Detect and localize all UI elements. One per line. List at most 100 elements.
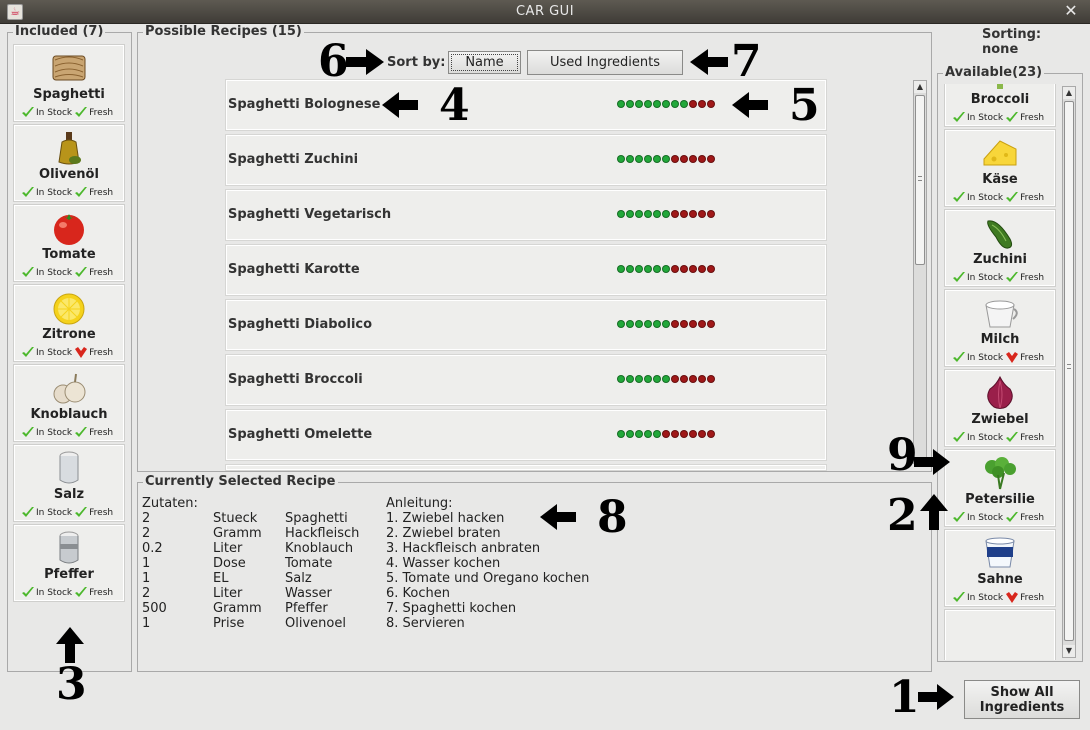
scroll-up-icon[interactable]: ▲: [914, 81, 926, 93]
available-ingredient-dot: [680, 100, 688, 108]
ingredient-status: In Stock Fresh: [952, 431, 1046, 444]
in-stock-label: In Stock: [36, 507, 73, 518]
check-icon: [952, 351, 966, 364]
cream-cup-icon: [980, 535, 1020, 571]
show-all-ingredients-button[interactable]: Show All Ingredients: [964, 680, 1080, 719]
recipe-row[interactable]: [225, 464, 827, 471]
available-ingredient-dot: [626, 320, 634, 328]
missing-ingredient-dot: [671, 210, 679, 218]
included-ingredient-card[interactable]: Pfeffer In Stock Fresh: [13, 524, 125, 602]
available-ingredient-card[interactable]: [944, 609, 1056, 660]
salt-shaker-icon: [49, 450, 89, 486]
arrow-right-icon: [914, 449, 950, 475]
ingredient-item: Olivenoel: [285, 616, 346, 631]
available-ingredient-dot: [653, 375, 661, 383]
available-scrollbar[interactable]: ▲ ▼: [1062, 86, 1076, 658]
check-icon: [21, 106, 35, 119]
broccoli-icon: [980, 84, 1020, 91]
window-title: CAR GUI: [515, 4, 575, 19]
ingredient-item: Wasser: [285, 586, 332, 601]
sort-by-name-button[interactable]: Name: [448, 51, 521, 74]
arrow-left-icon: [690, 49, 728, 75]
ingredient-status: In Stock Fresh: [21, 266, 115, 279]
available-ingredient-card[interactable]: Sahne In Stock Fresh: [944, 529, 1056, 607]
fresh-label: Fresh: [1020, 192, 1045, 203]
ingredient-status: In Stock Fresh: [952, 351, 1046, 364]
available-ingredient-dot: [626, 100, 634, 108]
ingredient-status: In Stock Fresh: [21, 426, 115, 439]
ingredient-status: In Stock Fresh: [952, 511, 1046, 524]
available-ingredient-card[interactable]: Milch In Stock Fresh: [944, 289, 1056, 367]
available-ingredient-card[interactable]: Broccoli In Stock Fresh: [944, 84, 1056, 127]
recipe-row[interactable]: Spaghetti Zuchini: [225, 134, 827, 186]
ingredient-row: 1 EL Salz: [142, 571, 385, 586]
check-icon: [1005, 191, 1019, 204]
included-ingredient-card[interactable]: Salz In Stock Fresh: [13, 444, 125, 522]
ingredient-status: In Stock Fresh: [21, 106, 115, 119]
annotation-3: 3: [56, 659, 87, 710]
recipe-row[interactable]: Spaghetti Karotte: [225, 244, 827, 296]
available-ingredient-card[interactable]: Zuchini In Stock Fresh: [944, 209, 1056, 287]
available-ingredient-dot: [635, 265, 643, 273]
fresh-label: Fresh: [1020, 352, 1045, 363]
scroll-up-icon[interactable]: ▲: [1063, 87, 1075, 99]
lemon-icon: [49, 290, 89, 326]
available-ingredient-dot: [653, 210, 661, 218]
available-ingredient-dot: [626, 375, 634, 383]
arrow-up-icon: [920, 494, 948, 530]
ingredient-status: In Stock Fresh: [952, 271, 1046, 284]
instructions-label: Anleitung:: [386, 496, 453, 511]
check-icon: [74, 186, 88, 199]
ingredient-status: In Stock Fresh: [952, 191, 1046, 204]
ingredient-status: In Stock Fresh: [952, 591, 1046, 604]
spaghetti-icon: [49, 50, 89, 86]
check-icon: [74, 426, 88, 439]
missing-ingredient-dot: [671, 265, 679, 273]
fresh-label: Fresh: [89, 427, 114, 438]
missing-ingredient-dot: [689, 100, 697, 108]
ingredient-row: 0.2 Liter Knoblauch: [142, 541, 385, 556]
scroll-thumb[interactable]: [915, 95, 925, 265]
included-ingredient-card[interactable]: Olivenöl In Stock Fresh: [13, 124, 125, 202]
included-ingredient-card[interactable]: Knoblauch In Stock Fresh: [13, 364, 125, 442]
included-ingredient-card[interactable]: Tomate In Stock Fresh: [13, 204, 125, 282]
recipe-row[interactable]: Spaghetti Diabolico: [225, 299, 827, 351]
sorting-label: Sorting:: [982, 27, 1042, 42]
missing-ingredient-dot: [689, 210, 697, 218]
check-icon: [74, 506, 88, 519]
close-icon[interactable]: ✕: [1062, 2, 1080, 20]
scroll-down-icon[interactable]: ▼: [1063, 645, 1075, 657]
included-ingredient-card[interactable]: Spaghetti In Stock Fresh: [13, 44, 125, 122]
ingredient-status: In Stock Fresh: [21, 346, 115, 359]
recipe-row[interactable]: Spaghetti Omelette: [225, 409, 827, 461]
missing-ingredient-dot: [707, 320, 715, 328]
cross-icon: [1005, 591, 1019, 604]
ingredient-name: Zitrone: [42, 327, 96, 342]
available-ingredient-dot: [653, 265, 661, 273]
recipes-scrollbar[interactable]: ▲: [913, 80, 927, 464]
ingredient-name: Knoblauch: [30, 407, 108, 422]
ingredient-unit: Liter: [213, 541, 243, 556]
ingredient-item: Pfeffer: [285, 601, 328, 616]
available-ingredient-card[interactable]: Zwiebel In Stock Fresh: [944, 369, 1056, 447]
recipe-row[interactable]: Spaghetti Broccoli: [225, 354, 827, 406]
sort-by-used-ingredients-button[interactable]: Used Ingredients: [527, 50, 683, 75]
available-ingredient-dot: [635, 430, 643, 438]
available-ingredient-card[interactable]: Käse In Stock Fresh: [944, 129, 1056, 207]
missing-ingredient-dot: [680, 375, 688, 383]
recipe-row[interactable]: Spaghetti Vegetarisch: [225, 189, 827, 241]
available-ingredient-dot: [635, 100, 643, 108]
missing-ingredient-dot: [698, 430, 706, 438]
ingredient-quantity: 1: [142, 616, 151, 631]
available-ingredient-dot: [662, 320, 670, 328]
available-ingredient-dot: [644, 375, 652, 383]
cross-icon: [74, 346, 88, 359]
fresh-label: Fresh: [1020, 112, 1045, 123]
button-line-1: Show All: [990, 684, 1054, 700]
ingredient-item: Salz: [285, 571, 312, 586]
available-ingredient-card[interactable]: Petersilie In Stock Fresh: [944, 449, 1056, 527]
included-ingredient-card[interactable]: Zitrone In Stock Fresh: [13, 284, 125, 362]
available-ingredient-dot: [653, 100, 661, 108]
scroll-thumb[interactable]: [1064, 101, 1074, 641]
available-ingredient-dot: [635, 375, 643, 383]
